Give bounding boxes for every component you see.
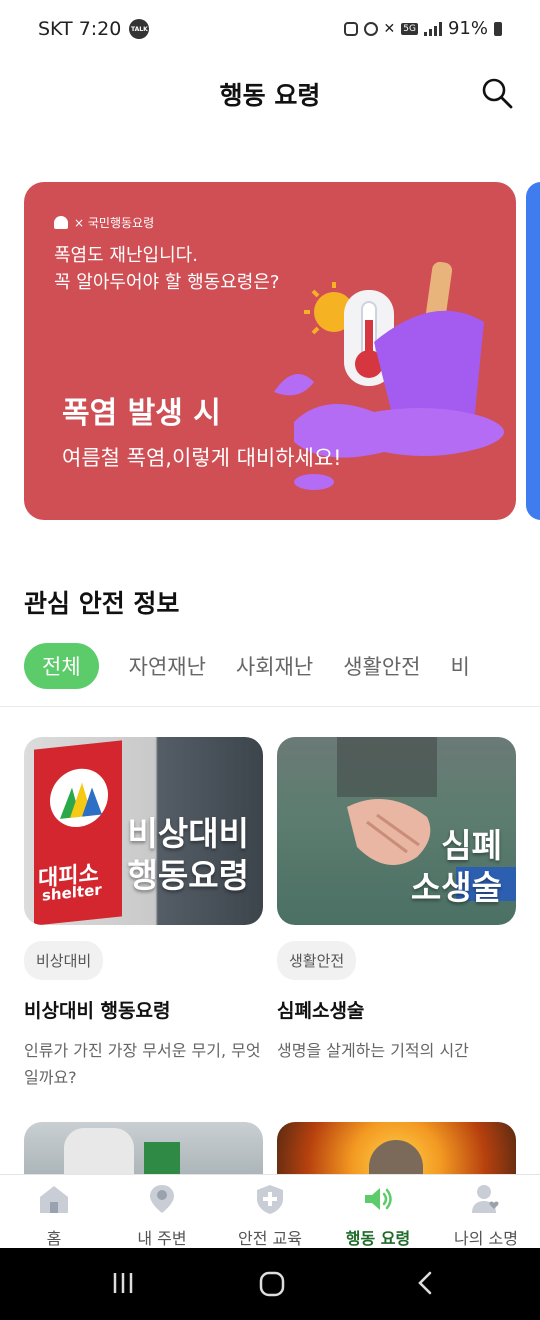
shield-cross-icon — [257, 1185, 283, 1214]
brand-label: × 국민행동요령 — [74, 216, 155, 230]
category-badge: 생활안전 — [277, 941, 357, 980]
next-banner-peek[interactable] — [526, 182, 540, 520]
card-thumbnail: 심폐 소생술 — [277, 737, 516, 925]
lock-icon — [343, 21, 358, 36]
nav-label: 나의 소명 — [454, 1229, 518, 1248]
card-thumbnail-partial[interactable] — [277, 1122, 516, 1182]
thumb-caption-line2: 소생술 — [410, 868, 502, 907]
thumb-caption-line2: 행동요령 — [127, 856, 249, 895]
nav-label: 안전 교육 — [238, 1229, 302, 1248]
mute-icon: ✕ — [383, 20, 396, 37]
nav-label: 행동 요령 — [345, 1229, 411, 1248]
page-title: 행동 요령 — [219, 81, 321, 110]
section-title: 관심 안전 정보 — [24, 589, 180, 618]
person-heart-icon — [472, 1185, 499, 1213]
location-pin-icon — [150, 1185, 174, 1213]
chip-natural-disaster[interactable]: 자연재난 — [129, 643, 206, 689]
nav-label: 내 주변 — [137, 1229, 187, 1248]
nav-nearby[interactable]: 내 주변 — [108, 1175, 216, 1249]
melting-popsicle-illustration — [274, 261, 504, 490]
info-card[interactable]: 심폐 소생술 생활안전 심폐소생술 생명을 살게하는 기적의 시간 — [277, 737, 516, 1064]
brand-logo-icon — [54, 216, 68, 229]
nav-home[interactable]: 홈 — [0, 1175, 108, 1249]
card-title: 심폐소생술 — [277, 1000, 365, 1022]
thumb-caption: 심폐 소생술 — [411, 825, 502, 909]
nav-label: 홈 — [46, 1229, 62, 1248]
system-navigation-bar — [0, 1248, 540, 1320]
speaker-icon — [365, 1188, 392, 1210]
bottom-navigation: 홈 내 주변 안전 교육 행동 요령 나의 소명 — [0, 1174, 540, 1249]
category-chips: 전체 자연재난 사회재난 생활안전 비 — [24, 641, 470, 691]
shelter-logo-icon — [60, 782, 102, 819]
nav-safety-education[interactable]: 안전 교육 — [216, 1175, 324, 1249]
banner-subtitle: 여름철 폭염,이렇게 대비하세요! — [62, 446, 342, 470]
battery-text: 91% — [447, 18, 488, 39]
carrier-time: SKT 7:20 — [38, 18, 122, 40]
divider — [0, 706, 540, 707]
chip-more[interactable]: 비 — [450, 643, 469, 689]
banner-title: 폭염 발생 시 — [62, 396, 221, 431]
card-title: 비상대비 행동요령 — [24, 1000, 171, 1022]
home-button-icon[interactable] — [258, 1270, 286, 1298]
category-badge: 비상대비 — [24, 941, 104, 980]
nav-action-guide[interactable]: 행동 요령 — [324, 1175, 432, 1249]
status-bar: SKT 7:20 TALK ✕ 5G 91% — [0, 0, 540, 60]
thumb-caption-line1: 비상대비 — [127, 814, 249, 853]
talk-icon: TALK — [129, 19, 150, 39]
battery-icon — [494, 21, 502, 36]
info-card[interactable]: 대피소 shelter 비상대비 행동요령 비상대비 비상대비 행동요령 인류가… — [24, 737, 263, 1091]
card-thumbnail: 대피소 shelter 비상대비 행동요령 — [24, 737, 263, 925]
network-badge: 5G — [401, 22, 418, 35]
thumb-caption: 비상대비 행동요령 — [128, 813, 249, 897]
chip-all[interactable]: 전체 — [24, 643, 99, 689]
banner-brand: × 국민행동요령 — [54, 214, 154, 231]
app-header: 행동 요령 — [0, 62, 540, 126]
status-right: ✕ 5G 91% — [343, 18, 502, 39]
signal-icon — [423, 21, 442, 36]
alarm-icon — [363, 21, 378, 36]
shelter-sign: 대피소 shelter — [34, 740, 122, 925]
hero-banner[interactable]: × 국민행동요령 폭염도 재난입니다. 꼭 알아두어야 할 행동요령은? 폭염 … — [24, 182, 516, 520]
search-icon[interactable] — [480, 76, 514, 110]
chip-social-disaster[interactable]: 사회재난 — [236, 643, 313, 689]
card-thumbnail-partial[interactable] — [24, 1122, 263, 1182]
chip-life-safety[interactable]: 생활안전 — [343, 643, 420, 689]
back-icon[interactable] — [414, 1270, 438, 1296]
card-description: 생명을 살게하는 기적의 시간 — [277, 1041, 469, 1060]
recent-apps-icon[interactable] — [110, 1270, 136, 1296]
card-description: 인류가 가진 가장 무서운 무기, 무엇일까요? — [24, 1041, 261, 1087]
status-left: SKT 7:20 TALK — [38, 18, 150, 40]
home-icon — [40, 1186, 68, 1213]
nav-my-mission[interactable]: 나의 소명 — [432, 1175, 540, 1249]
thumb-caption-line1: 심폐 — [441, 826, 502, 865]
